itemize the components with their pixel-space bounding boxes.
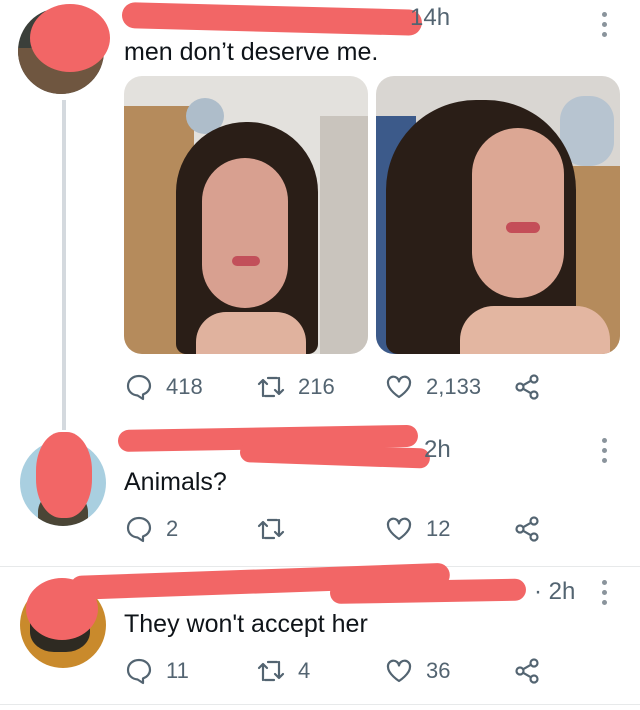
tweet-time[interactable]: 2h — [424, 436, 451, 464]
share-button[interactable] — [512, 514, 542, 544]
username-redaction — [121, 2, 423, 36]
like-icon — [386, 659, 412, 683]
reply-button[interactable]: 418 — [124, 372, 203, 402]
reply-button[interactable]: 11 — [124, 656, 189, 686]
divider — [0, 704, 640, 705]
reply-count: 11 — [166, 658, 189, 683]
retweet-count: 216 — [298, 374, 335, 399]
retweet-button[interactable]: 216 — [256, 372, 335, 402]
share-icon — [515, 374, 539, 400]
reply-icon — [126, 374, 152, 401]
tweet-photo-2[interactable] — [376, 76, 620, 354]
share-icon — [515, 516, 539, 542]
like-icon — [386, 375, 412, 399]
more-icon[interactable] — [602, 12, 608, 42]
more-icon[interactable] — [602, 438, 608, 468]
like-icon — [386, 517, 412, 541]
thread-line — [62, 100, 66, 430]
tweet-time[interactable]: 14h — [410, 4, 450, 32]
more-icon[interactable] — [602, 580, 608, 610]
tweet-time[interactable]: · 2h — [534, 578, 575, 606]
share-button[interactable] — [512, 656, 542, 686]
retweet-button[interactable] — [256, 514, 298, 544]
like-count: 36 — [426, 658, 451, 683]
tweet-text: men don’t deserve me. — [124, 38, 379, 66]
tweet-photo-1[interactable] — [124, 76, 368, 354]
reply-button[interactable]: 2 — [124, 514, 178, 544]
like-count: 2,133 — [426, 374, 482, 399]
reply-count: 418 — [166, 374, 203, 399]
share-icon — [515, 658, 539, 684]
share-button[interactable] — [512, 372, 542, 402]
retweet-icon — [257, 660, 285, 682]
tweet-text: They won't accept her — [124, 610, 368, 638]
like-button[interactable]: 2,133 — [384, 372, 481, 402]
avatar-redaction — [36, 432, 92, 518]
retweet-icon — [257, 376, 285, 398]
username-redaction — [329, 578, 527, 604]
like-button[interactable]: 12 — [384, 514, 450, 544]
retweet-icon — [257, 518, 285, 540]
retweet-count: 4 — [298, 658, 311, 683]
retweet-button[interactable]: 4 — [256, 656, 310, 686]
like-button[interactable]: 36 — [384, 656, 450, 686]
avatar-redaction — [30, 4, 110, 72]
reply-icon — [126, 516, 152, 543]
reply-icon — [126, 658, 152, 685]
tweet-text: Animals? — [124, 468, 227, 496]
like-count: 12 — [426, 516, 451, 541]
reply-count: 2 — [166, 516, 179, 541]
